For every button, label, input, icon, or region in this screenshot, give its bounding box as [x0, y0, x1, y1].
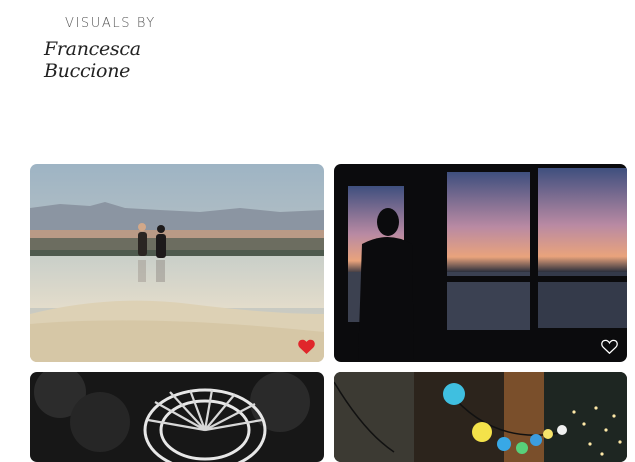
gallery-photo-salt-flats[interactable]: [30, 164, 324, 362]
logo-signature: Francesca Buccione: [44, 38, 141, 82]
photo-ferris-wheel: [30, 372, 324, 462]
like-heart-icon[interactable]: [298, 339, 315, 354]
photo-window-sunset: [334, 164, 627, 362]
gallery-photo-window-sunset[interactable]: [334, 164, 627, 362]
photo-salt-flats: [30, 164, 324, 362]
like-heart-icon[interactable]: [601, 339, 618, 354]
gallery-photo-ferris-wheel[interactable]: [30, 372, 324, 462]
gallery-photo-string-lights[interactable]: [334, 372, 627, 462]
logo-tagline: VISUALS BY: [65, 16, 156, 31]
photo-string-lights: [334, 372, 627, 462]
site-logo[interactable]: VISUALS BY Francesca Buccione: [44, 14, 194, 82]
